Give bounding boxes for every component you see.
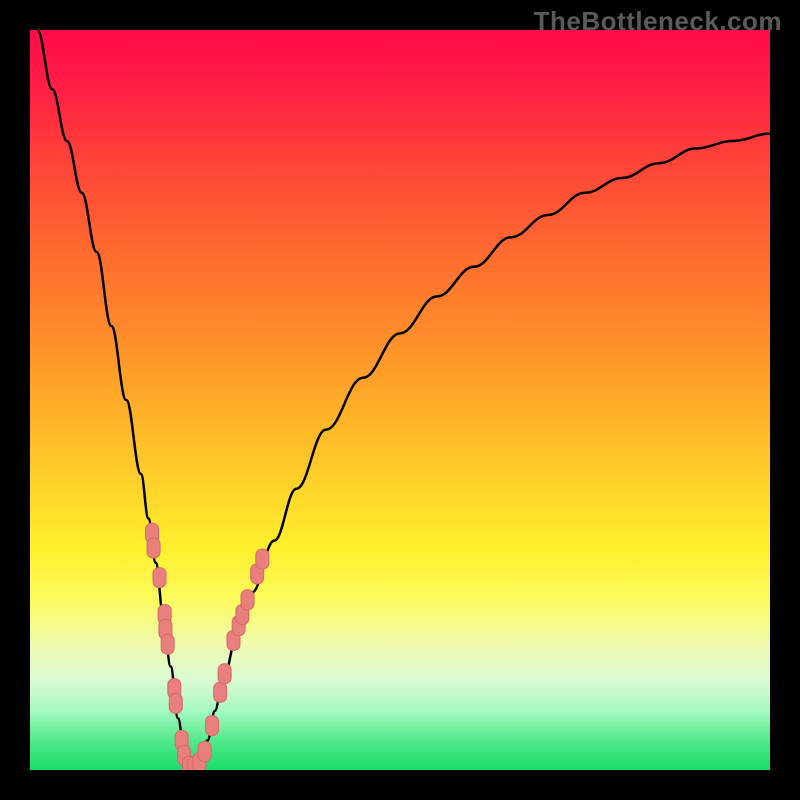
scatter-marker [218, 664, 231, 684]
curve-path [37, 30, 770, 770]
curve-line [37, 30, 770, 770]
scatter-markers [146, 523, 269, 770]
scatter-marker [198, 742, 211, 762]
scatter-marker [147, 538, 160, 558]
scatter-marker [206, 716, 219, 736]
scatter-marker [256, 549, 269, 569]
bottleneck-chart [30, 30, 770, 770]
scatter-marker [241, 590, 254, 610]
chart-container: TheBottleneck.com [0, 0, 800, 800]
scatter-marker [169, 693, 182, 713]
scatter-marker [161, 634, 174, 654]
scatter-marker [153, 568, 166, 588]
scatter-marker [214, 682, 227, 702]
